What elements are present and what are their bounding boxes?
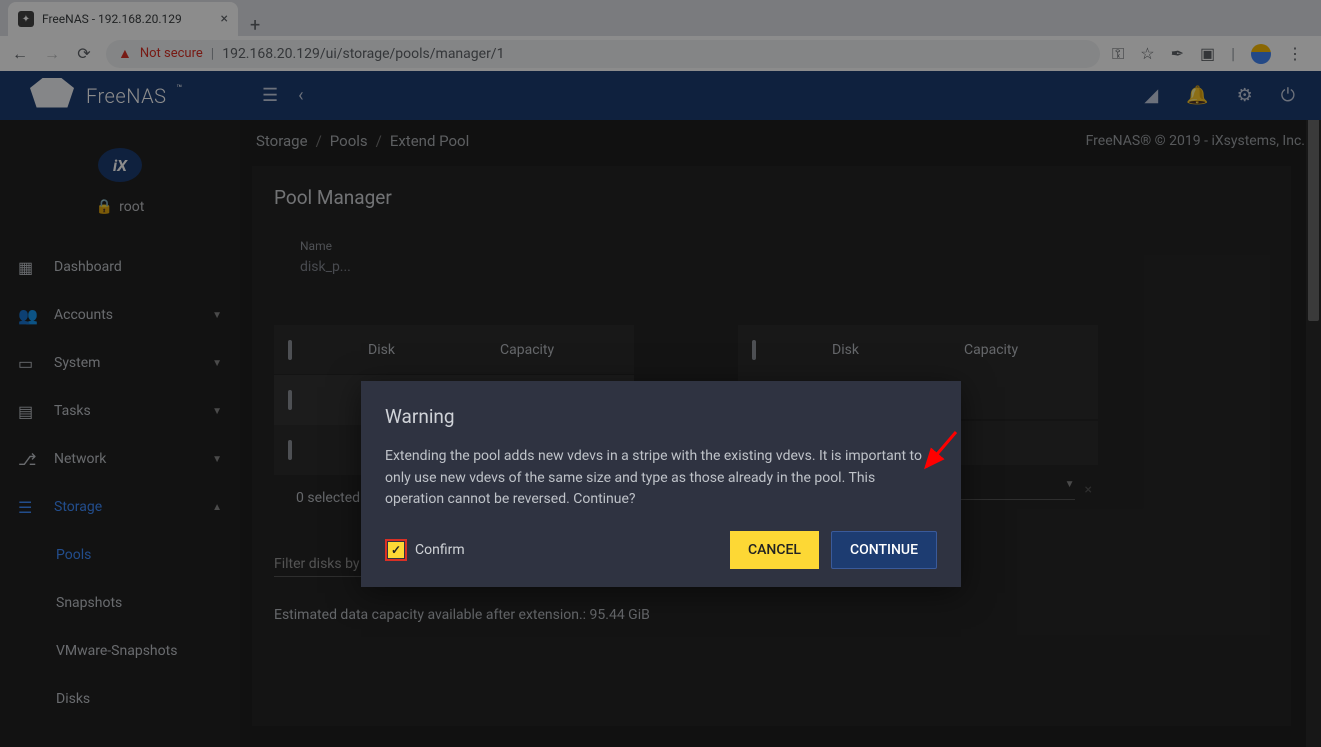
modal-title: Warning xyxy=(385,405,937,428)
confirm-area: ✓ Confirm xyxy=(385,539,465,561)
confirm-label: Confirm xyxy=(415,542,465,558)
confirm-checkbox[interactable]: ✓ xyxy=(388,542,404,558)
warning-modal: Warning Extending the pool adds new vdev… xyxy=(361,381,961,587)
modal-body: Extending the pool adds new vdevs in a s… xyxy=(385,446,937,511)
modal-actions: CANCEL CONTINUE xyxy=(730,531,937,569)
modal-footer: ✓ Confirm CANCEL CONTINUE xyxy=(385,531,937,569)
confirm-checkbox-highlight: ✓ xyxy=(385,539,407,561)
cancel-button[interactable]: CANCEL xyxy=(730,531,819,569)
continue-button[interactable]: CONTINUE xyxy=(831,531,937,569)
modal-backdrop xyxy=(0,0,1321,747)
